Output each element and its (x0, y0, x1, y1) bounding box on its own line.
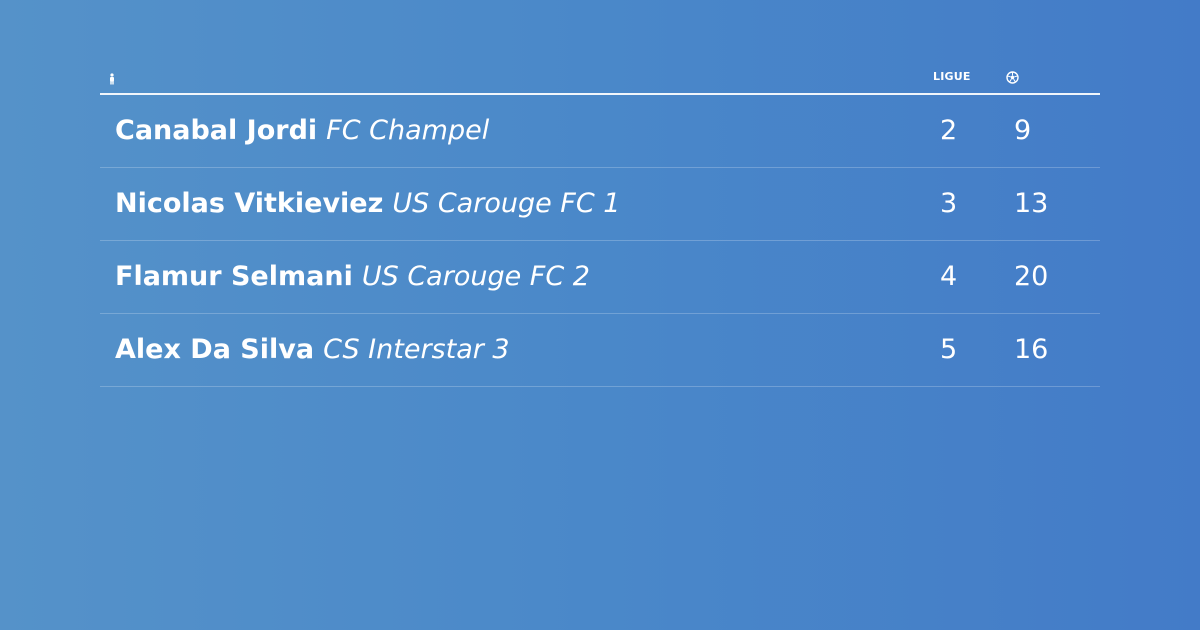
league-value: 4 (940, 261, 958, 292)
player-name: Nicolas Vitkieviez (115, 188, 384, 219)
league-column-header: LIGUE (933, 70, 971, 83)
table-row: Alex Da Silva CS Interstar 3 5 16 (100, 314, 1100, 387)
player-name: Flamur Selmani (115, 261, 353, 292)
table-row: Nicolas Vitkieviez US Carouge FC 1 3 13 (100, 168, 1100, 241)
player-cell: Nicolas Vitkieviez US Carouge FC 1 (115, 187, 620, 221)
league-value: 5 (940, 334, 958, 365)
player-figure-icon (107, 70, 117, 85)
player-name: Alex Da Silva (115, 334, 315, 365)
goals-value: 16 (1014, 334, 1049, 365)
club-name: CS Interstar 3 (323, 334, 510, 365)
player-cell: Flamur Selmani US Carouge FC 2 (115, 260, 590, 294)
goals-value: 20 (1014, 261, 1049, 292)
club-name: US Carouge FC 1 (392, 188, 621, 219)
scorers-table: LIGUE Canabal Jordi FC Champel 2 9 Nicola… (100, 62, 1100, 387)
club-name: US Carouge FC 2 (361, 261, 590, 292)
goals-value: 9 (1014, 115, 1032, 146)
club-name: FC Champel (326, 115, 490, 146)
table-row: Canabal Jordi FC Champel 2 9 (100, 95, 1100, 168)
goals-value: 13 (1014, 188, 1049, 219)
league-value: 3 (940, 188, 958, 219)
table-row: Flamur Selmani US Carouge FC 2 4 20 (100, 241, 1100, 314)
table-header: LIGUE (100, 62, 1100, 95)
player-name: Canabal Jordi (115, 115, 318, 146)
player-cell: Alex Da Silva CS Interstar 3 (115, 333, 510, 367)
league-value: 2 (940, 115, 958, 146)
soccer-ball-icon (1006, 69, 1019, 84)
player-cell: Canabal Jordi FC Champel (115, 114, 489, 148)
